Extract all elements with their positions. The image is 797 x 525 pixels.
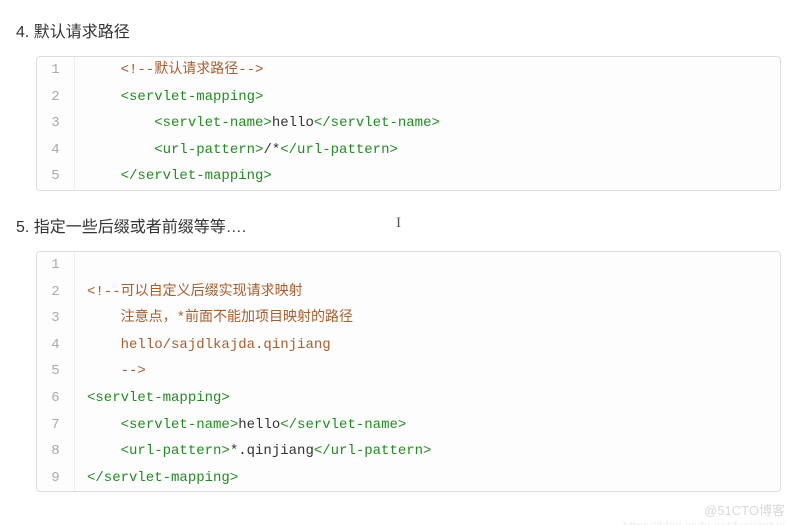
code-line: 5 </servlet-mapping> [37,163,780,190]
line-number: 9 [37,465,75,492]
code-token: <url-pattern> [121,443,230,459]
code-content: </servlet-mapping> [75,163,272,190]
code-line: 3 <servlet-name>hello</servlet-name> [37,110,780,137]
code-block-1: 1 <!--默认请求路径-->2 <servlet-mapping>3 <ser… [36,56,781,191]
code-content: </servlet-mapping> [75,465,238,492]
code-content: <servlet-name>hello</servlet-name> [75,110,440,137]
line-number: 3 [37,305,75,332]
line-number: 3 [37,110,75,137]
line-number: 1 [37,252,75,279]
code-line: 2 <servlet-mapping> [37,84,780,111]
code-token: hello/sajdlkajda.qinjiang [121,337,331,353]
code-token: hello [238,417,280,433]
code-content: <url-pattern>*.qinjiang</url-pattern> [75,438,431,465]
code-content [75,252,87,279]
code-token: --> [121,363,146,379]
code-line: 6 <servlet-mapping> [37,385,780,412]
code-token: *.qinjiang [230,443,314,459]
line-number: 6 [37,385,75,412]
code-token: <servlet-mapping> [87,390,230,406]
code-line: 7 <servlet-name>hello</servlet-name> [37,412,780,439]
text-cursor-icon: I [396,215,401,232]
code-content: <servlet-mapping> [75,84,263,111]
code-line: 4 hello/sajdlkajda.qinjiang [37,332,780,359]
code-content: <url-pattern>/*</url-pattern> [75,137,398,164]
code-token: <servlet-name> [154,115,272,131]
line-number: 1 [37,57,75,84]
code-token: </url-pattern> [314,443,432,459]
code-token: <servlet-name> [121,417,239,433]
code-token: <url-pattern> [154,142,263,158]
line-number: 4 [37,332,75,359]
code-content: <servlet-mapping> [75,385,230,412]
line-number: 5 [37,163,75,190]
code-content: <!--可以自定义后缀实现请求映射 [75,279,303,306]
code-line: 1 <!--默认请求路径--> [37,57,780,84]
line-number: 2 [37,279,75,306]
code-token: <servlet-mapping> [121,89,264,105]
line-number: 7 [37,412,75,439]
line-number: 5 [37,358,75,385]
code-token: </servlet-name> [280,417,406,433]
code-line: 8 <url-pattern>*.qinjiang</url-pattern> [37,438,780,465]
code-token: <!--可以自定义后缀实现请求映射 [87,284,303,300]
code-content: 注意点，*前面不能加项目映射的路径 [75,305,353,332]
code-line: 5 --> [37,358,780,385]
watermark-main: @51CTO博客 [704,500,785,519]
code-token: </url-pattern> [280,142,398,158]
code-line: 2 <!--可以自定义后缀实现请求映射 [37,279,780,306]
code-line: 1 [37,252,780,279]
code-line: 4 <url-pattern>/*</url-pattern> [37,137,780,164]
code-line: 3 注意点，*前面不能加项目映射的路径 [37,305,780,332]
code-token: <!--默认请求路径--> [121,62,264,78]
line-number: 4 [37,137,75,164]
code-token: hello [272,115,314,131]
code-content: hello/sajdlkajda.qinjiang [75,332,331,359]
code-line: 9 </servlet-mapping> [37,465,780,492]
line-number: 2 [37,84,75,111]
code-content: --> [75,358,146,385]
code-token: </servlet-name> [314,115,440,131]
code-token: </servlet-mapping> [87,470,238,486]
section-4: 4. 默认请求路径 1 <!--默认请求路径-->2 <servlet-mapp… [16,18,781,191]
code-token: /* [263,142,280,158]
code-token: </servlet-mapping> [121,168,272,184]
code-content: <servlet-name>hello</servlet-name> [75,412,406,439]
code-token: 注意点，*前面不能加项目映射的路径 [121,310,353,326]
section-4-title: 4. 默认请求路径 [16,18,781,42]
code-block-2: 12<!--可以自定义后缀实现请求映射3 注意点，*前面不能加项目映射的路径4 … [36,251,781,492]
watermark-sub: https://blog.csdn.net/fanjianhai [623,519,785,525]
code-content: <!--默认请求路径--> [75,57,263,84]
line-number: 8 [37,438,75,465]
